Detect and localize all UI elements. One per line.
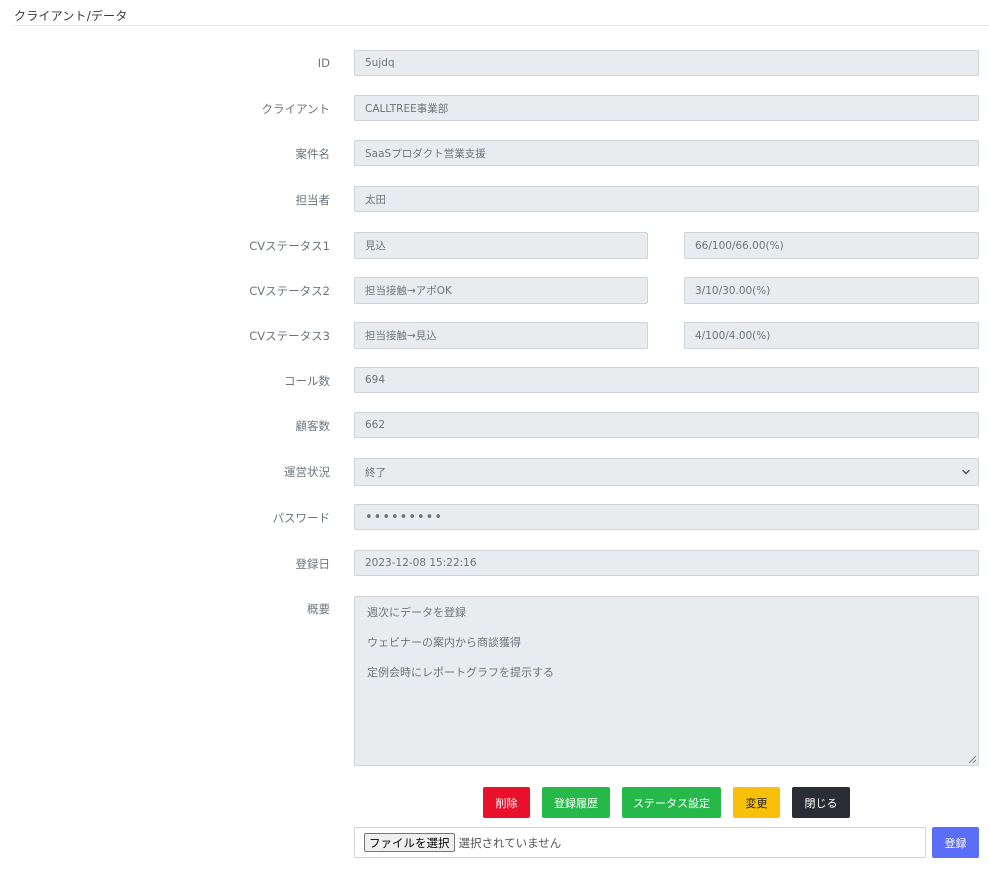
delete-button[interactable]: 削除 xyxy=(483,787,530,818)
cv-status-3-field[interactable]: 担当接触→見込 xyxy=(354,322,648,349)
calls-field[interactable]: 694 xyxy=(354,367,979,393)
close-button[interactable]: 閉じる xyxy=(792,787,850,818)
chevron-down-icon xyxy=(962,469,970,475)
owner-field[interactable]: 太田 xyxy=(354,186,979,212)
page-title: クライアント/データ xyxy=(14,9,128,23)
status-settings-button[interactable]: ステータス設定 xyxy=(622,787,721,818)
id-label: ID xyxy=(317,56,330,70)
file-status-text: 選択されていません xyxy=(458,835,562,850)
cv-status-3-rate-field[interactable]: 4/100/4.00(%) xyxy=(684,322,979,349)
cv-status-1-label: CVステータス1 xyxy=(249,239,330,253)
customers-label: 顧客数 xyxy=(295,419,331,433)
owner-label: 担当者 xyxy=(295,193,331,207)
calls-label: コール数 xyxy=(284,374,330,388)
registered-date-field[interactable]: 2023-12-08 15:22:16 xyxy=(354,550,979,576)
summary-label: 概要 xyxy=(307,602,330,616)
client-label: クライアント xyxy=(261,102,330,116)
operation-status-label: 運営状況 xyxy=(284,465,330,479)
operation-status-select[interactable]: 終了 xyxy=(354,458,979,486)
resize-handle-icon[interactable] xyxy=(967,754,977,764)
cv-status-2-label: CVステータス2 xyxy=(249,284,330,298)
password-label: パスワード xyxy=(272,511,331,525)
customers-field[interactable]: 662 xyxy=(354,412,979,438)
password-field[interactable]: ••••••••• xyxy=(354,504,979,530)
summary-textarea[interactable]: 週次にデータを登録 ウェビナーの案内から商談獲得 定例会時にレポートグラフを提示… xyxy=(354,596,979,766)
project-label: 案件名 xyxy=(295,147,331,161)
client-field[interactable]: CALLTREE事業部 xyxy=(354,95,979,121)
operation-status-value: 終了 xyxy=(365,466,386,479)
cv-status-3-label: CVステータス3 xyxy=(249,329,330,343)
summary-line: ウェビナーの案内から商談獲得 xyxy=(367,636,521,649)
cv-status-1-rate-field[interactable]: 66/100/66.00(%) xyxy=(684,232,979,259)
project-field[interactable]: SaaSプロダクト営業支援 xyxy=(354,140,979,166)
cv-status-2-field[interactable]: 担当接触→アポOK xyxy=(354,277,648,304)
choose-file-button[interactable]: ファイルを選択 xyxy=(364,833,455,852)
change-button[interactable]: 変更 xyxy=(733,787,780,818)
title-divider xyxy=(12,25,989,26)
file-input[interactable]: ファイルを選択 選択されていません xyxy=(354,827,926,858)
cv-status-1-field[interactable]: 見込 xyxy=(354,232,648,259)
cv-status-2-rate-field[interactable]: 3/10/30.00(%) xyxy=(684,277,979,304)
register-button[interactable]: 登録 xyxy=(932,827,979,858)
id-field[interactable]: 5ujdq xyxy=(354,50,979,76)
registration-history-button[interactable]: 登録履歴 xyxy=(542,787,610,818)
registered-date-label: 登録日 xyxy=(295,557,331,571)
summary-line: 定例会時にレポートグラフを提示する xyxy=(367,666,554,679)
summary-line: 週次にデータを登録 xyxy=(367,606,466,619)
